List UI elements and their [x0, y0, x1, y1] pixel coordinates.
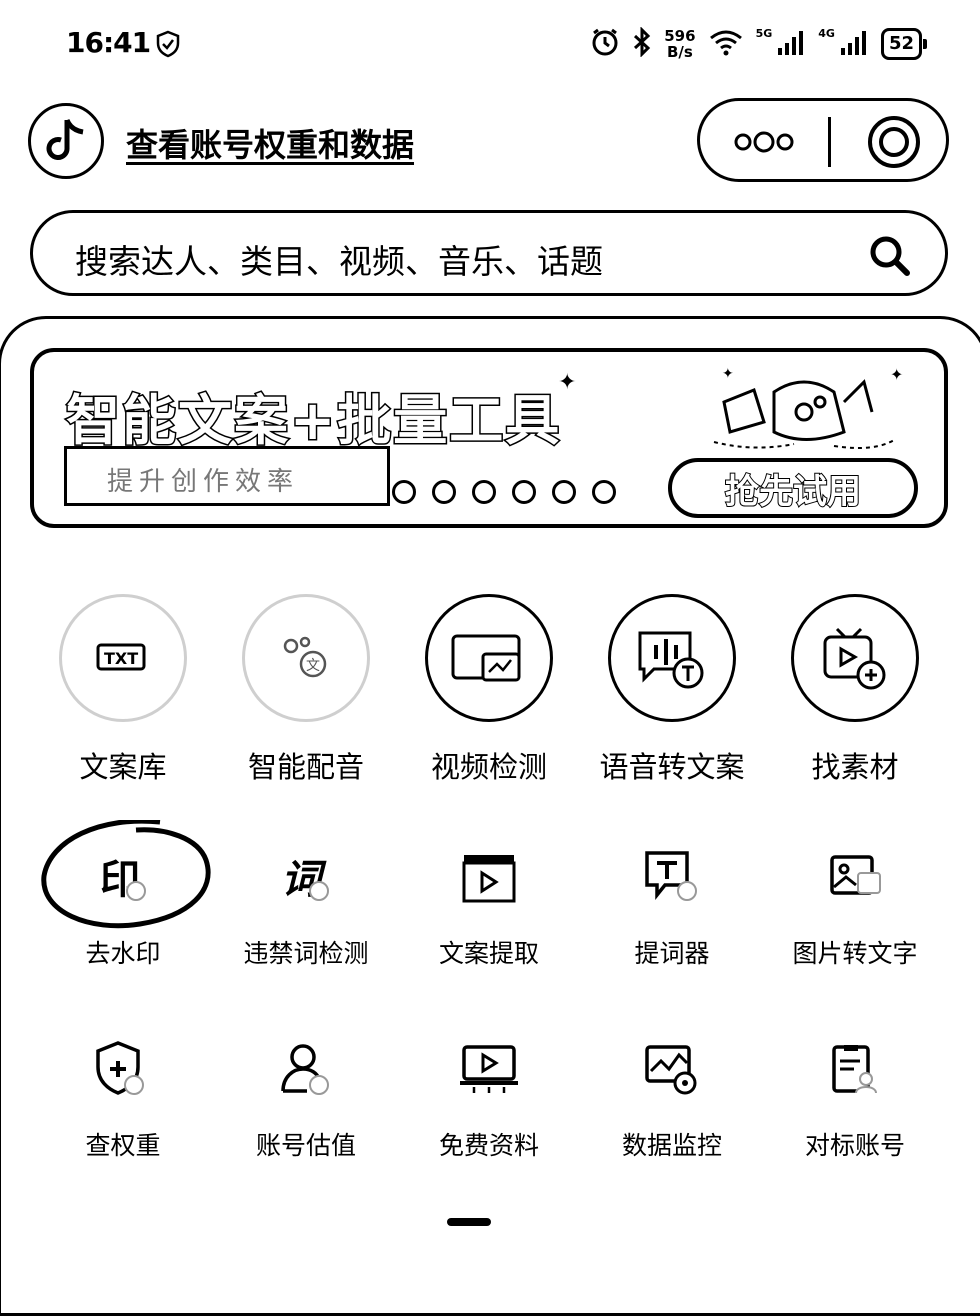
carousel-dot[interactable]: [552, 480, 576, 504]
hand-drawn-circle-annotation: [40, 818, 220, 944]
tool-label: 账号估值: [255, 1131, 356, 1160]
signal-2-tech: 4G: [818, 27, 835, 40]
carousel-dot[interactable]: [432, 480, 456, 504]
benchmark-account-icon: [815, 1034, 895, 1104]
carousel-dot[interactable]: [592, 480, 616, 504]
app-logo-music-icon[interactable]: [28, 103, 104, 179]
bluetooth-icon: [632, 26, 652, 61]
mini-program-capsule: [697, 98, 949, 182]
tool-label: 视频检测: [430, 750, 547, 784]
tool-benchmark-account[interactable]: 对标账号: [763, 1034, 947, 1162]
promo-banner[interactable]: 智能文案+批量工具 ✦ 提升创作效率 ✦ ✦ 抢先试用: [30, 348, 948, 528]
tool-text-extract[interactable]: 文案提取: [397, 842, 581, 970]
tool-data-monitor[interactable]: 数据监控: [580, 1034, 764, 1162]
tool-banned-words[interactable]: 词 违禁词检测: [214, 842, 398, 970]
banner-subtitle-box: 提升创作效率: [64, 446, 390, 506]
sparkle-icon: ✦: [558, 370, 577, 395]
carousel-dot[interactable]: [472, 480, 496, 504]
net-speed: 596 B/s: [664, 28, 695, 60]
text-extract-icon: [449, 842, 529, 912]
check-weight-icon: [83, 1034, 163, 1104]
tool-label: 找素材: [811, 750, 899, 784]
shield-icon: [156, 30, 180, 62]
tool-ai-voiceover[interactable]: 文 智能配音: [214, 594, 398, 786]
status-time: 16:41: [66, 26, 151, 59]
tool-video-check[interactable]: 视频检测: [397, 594, 581, 786]
video-check-icon: [425, 594, 553, 722]
view-account-weight-link[interactable]: 查看账号权重和数据: [126, 120, 414, 166]
svg-text:文: 文: [306, 658, 320, 674]
search-placeholder: 搜索达人、类目、视频、音乐、话题: [75, 242, 603, 281]
tool-label: 数据监控: [621, 1131, 722, 1160]
svg-text:TXT: TXT: [104, 649, 138, 668]
tool-label: 图片转文字: [792, 939, 918, 968]
signal-1-tech: 5G: [755, 27, 773, 40]
tool-label: 查权重: [85, 1131, 161, 1160]
tool-image-to-text[interactable]: 图片转文字: [763, 842, 947, 970]
more-options-icon[interactable]: [734, 127, 794, 161]
tool-label: 违禁词检测: [243, 939, 369, 968]
tool-text-library[interactable]: TXT 文案库: [31, 594, 215, 786]
speech-to-text-icon: [608, 594, 736, 722]
try-now-label: 抢先试用: [724, 471, 862, 513]
alarm-icon: [590, 27, 620, 61]
tool-account-value[interactable]: 账号估值: [214, 1034, 398, 1162]
carousel-dot[interactable]: [392, 480, 416, 504]
carousel-dot[interactable]: [512, 480, 536, 504]
signal-1-icon: [776, 28, 806, 60]
banner-illustration: ✦ ✦: [694, 362, 914, 466]
net-speed-unit: B/s: [666, 43, 693, 61]
image-to-text-icon: [815, 842, 895, 912]
text-library-icon: TXT: [59, 594, 187, 722]
tool-label: 文案库: [79, 750, 167, 784]
close-target-icon[interactable]: [867, 115, 921, 173]
tool-label: 智能配音: [247, 750, 364, 784]
data-monitor-icon: [632, 1034, 712, 1104]
banned-words-icon: 词: [266, 842, 346, 912]
carousel-indicator: [392, 480, 616, 504]
svg-text:✦: ✦: [722, 366, 734, 382]
capsule-divider: [828, 117, 831, 167]
home-indicator[interactable]: [447, 1218, 491, 1226]
tool-label: 语音转文案: [599, 750, 745, 784]
tool-teleprompter[interactable]: 提词器: [580, 842, 764, 970]
banner-subtitle: 提升创作效率: [107, 467, 300, 497]
tool-free-material[interactable]: 免费资料: [397, 1034, 581, 1162]
battery-indicator: 52: [880, 28, 928, 60]
wifi-icon: [708, 28, 744, 60]
banner-title: 智能文案+批量工具: [64, 388, 562, 454]
tool-speech-to-text[interactable]: 语音转文案: [580, 594, 764, 786]
tool-find-material[interactable]: 找素材: [763, 594, 947, 786]
svg-text:✦: ✦: [890, 365, 903, 384]
free-material-icon: [449, 1034, 529, 1104]
tool-check-weight[interactable]: 查权重: [31, 1034, 215, 1162]
ai-voiceover-icon: 文: [242, 594, 370, 722]
account-value-icon: [266, 1034, 346, 1104]
teleprompter-icon: [632, 842, 712, 912]
search-icon[interactable]: [867, 233, 913, 283]
net-speed-value: 596: [664, 27, 696, 45]
find-material-icon: [791, 594, 919, 722]
try-now-button[interactable]: 抢先试用: [668, 458, 918, 518]
tool-label: 免费资料: [438, 1131, 539, 1160]
signal-2-icon: [839, 28, 869, 60]
tool-label: 提词器: [634, 939, 710, 968]
tool-label: 对标账号: [804, 1131, 905, 1160]
search-input[interactable]: 搜索达人、类目、视频、音乐、话题: [30, 210, 948, 296]
tool-label: 文案提取: [438, 939, 539, 968]
status-icons: 596 B/s 5G 4G 52: [590, 20, 928, 68]
